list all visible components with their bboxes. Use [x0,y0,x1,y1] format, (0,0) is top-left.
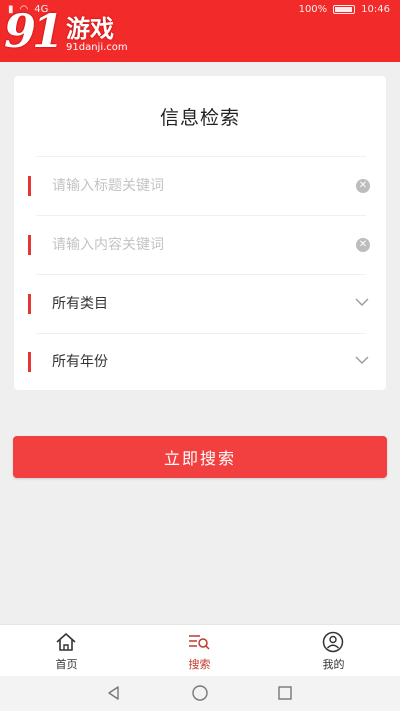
home-icon [56,633,76,651]
recents-icon[interactable] [277,685,293,701]
accent-bar [28,352,31,372]
clear-icon[interactable]: ✕ [356,238,370,252]
tab-mine[interactable]: 我的 [267,625,400,677]
content-keyword-input[interactable] [52,230,322,260]
battery-percent: 100% [298,4,328,15]
watermark-name: 游戏 [66,15,115,43]
watermark-logo: 91 游戏 91danji.com [4,2,128,54]
page-title: 信息检索 [159,106,240,129]
clear-icon[interactable]: ✕ [356,179,370,193]
chevron-down-icon [355,298,369,306]
search-card: 信息检索 ✕ ✕ 所有类目 所有年份 [14,76,386,390]
battery-icon [333,5,356,14]
user-icon [322,631,344,653]
search-list-icon [189,635,210,650]
status-right: 100% 10:46 [299,4,390,15]
content-keyword-row: ✕ [14,216,386,274]
year-select-label: 所有年份 [52,354,108,370]
tab-home-label: 首页 [55,658,78,671]
category-select[interactable]: 所有类目 [14,275,386,333]
accent-bar [28,235,31,255]
system-nav-bar [0,676,400,711]
title-keyword-row: ✕ [14,157,386,215]
app-header: ▮ ◠ 4G 100% 10:46 91 游戏 91danji.com [0,0,400,62]
search-now-button[interactable]: 立即搜索 [13,436,387,478]
tab-search[interactable]: 搜索 [133,625,266,677]
tab-mine-label: 我的 [322,658,345,671]
bottom-tab-bar: 首页 搜索 我的 [0,624,400,677]
tab-search-label: 搜索 [188,658,211,671]
accent-bar [28,176,31,196]
category-select-label: 所有类目 [52,296,108,312]
title-keyword-input[interactable] [52,171,322,201]
back-icon[interactable] [106,685,122,701]
chevron-down-icon [355,356,369,364]
tab-home[interactable]: 首页 [0,625,133,677]
clock: 10:46 [361,4,390,15]
year-select[interactable]: 所有年份 [14,333,386,391]
watermark-url: 91danji.com [66,42,128,53]
watermark-number: 91 [4,4,64,58]
home-nav-icon[interactable] [191,685,209,701]
accent-bar [28,294,31,314]
